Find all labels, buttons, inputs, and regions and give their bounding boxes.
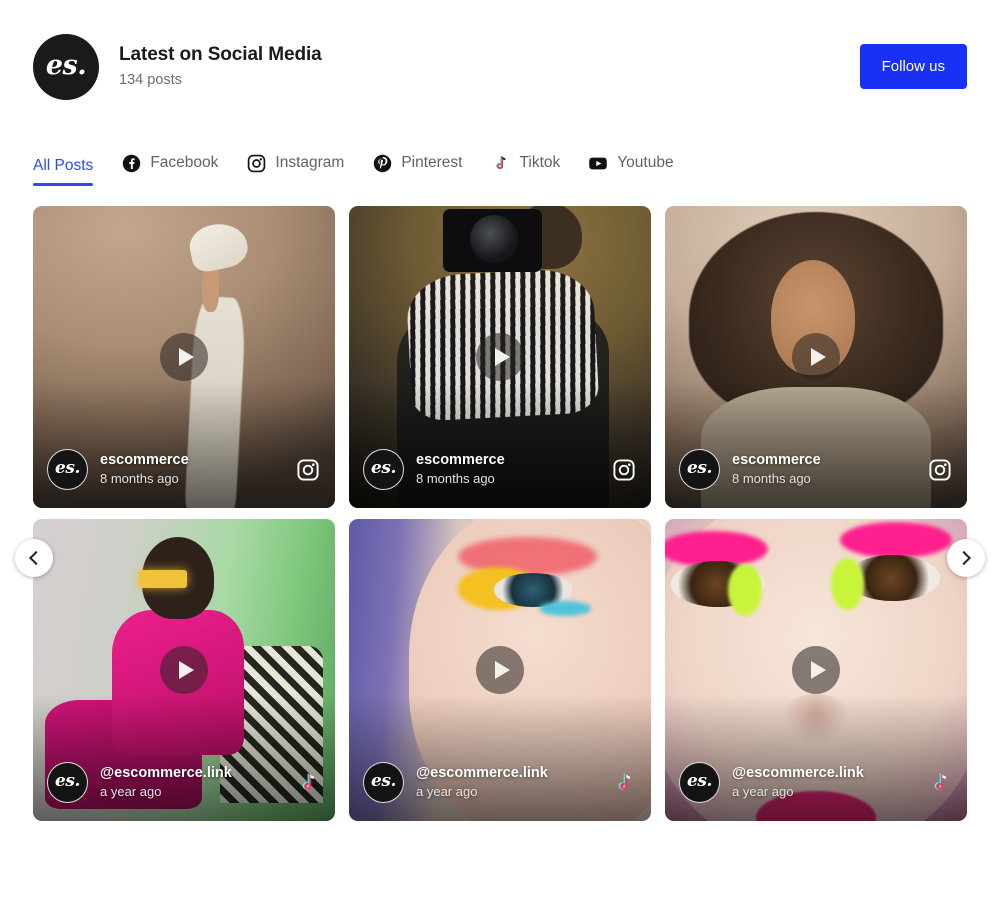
post-count: 134 posts (119, 71, 182, 88)
es-brand-logo-icon: es. (45, 50, 87, 81)
play-icon (178, 661, 194, 679)
post-username: escommerce (416, 452, 505, 469)
post-meta: escommerce 8 months ago (416, 451, 611, 487)
play-button[interactable] (160, 646, 208, 694)
tab-instagram-label: Instagram (275, 154, 345, 172)
post-timestamp: 8 months ago (732, 471, 811, 487)
tab-youtube[interactable]: Youtube (588, 153, 674, 186)
carousel-next-button[interactable] (947, 539, 985, 577)
play-icon (494, 348, 510, 366)
posts-grid: es. escommerce 8 months ago es. escommer… (33, 206, 967, 821)
post-card[interactable]: es. @escommerce.link a year ago (349, 519, 651, 821)
tab-tiktok-label: Tiktok (519, 154, 561, 172)
chevron-left-icon (29, 550, 44, 566)
post-card[interactable]: es. @escommerce.link a year ago (33, 519, 335, 821)
tab-instagram[interactable]: Instagram (246, 153, 344, 186)
post-timestamp: a year ago (416, 784, 478, 800)
play-icon (178, 348, 194, 366)
post-card[interactable]: es. escommerce 8 months ago (665, 206, 967, 508)
instagram-icon (927, 457, 953, 483)
post-avatar: es. (679, 762, 720, 803)
tab-pinterest[interactable]: Pinterest (372, 153, 462, 186)
post-timestamp: 8 months ago (416, 471, 495, 487)
es-brand-logo-icon: es. (686, 771, 713, 791)
es-brand-logo-icon: es. (54, 458, 81, 478)
page-title: Latest on Social Media (119, 44, 322, 66)
post-footer: es. escommerce 8 months ago (33, 449, 335, 508)
tab-all-posts[interactable]: All Posts (33, 156, 94, 187)
social-media-feed-widget: es. Latest on Social Media 134 posts Fol… (0, 0, 1000, 910)
post-avatar: es. (47, 449, 88, 490)
posts-carousel: es. escommerce 8 months ago es. escommer… (0, 206, 1000, 821)
post-username: @escommerce.link (100, 765, 232, 782)
instagram-icon (611, 457, 637, 483)
es-brand-logo-icon: es. (370, 771, 397, 791)
post-avatar: es. (363, 449, 404, 490)
tab-youtube-label: Youtube (617, 154, 674, 172)
post-card[interactable]: es. @escommerce.link a year ago (665, 519, 967, 821)
brand-avatar: es. (33, 33, 99, 100)
post-avatar: es. (679, 449, 720, 490)
pinterest-icon (372, 153, 392, 173)
tab-facebook-label: Facebook (150, 154, 219, 172)
post-footer: es. @escommerce.link a year ago (33, 762, 335, 821)
post-avatar: es. (47, 762, 88, 803)
post-timestamp: 8 months ago (100, 471, 179, 487)
post-card[interactable]: es. escommerce 8 months ago (349, 206, 651, 508)
post-meta: @escommerce.link a year ago (416, 764, 611, 800)
post-meta: escommerce 8 months ago (732, 451, 927, 487)
network-tab-bar: All Posts Facebook Instagram Pinterest T… (0, 138, 1000, 186)
post-username: @escommerce.link (732, 765, 864, 782)
facebook-icon (121, 153, 141, 173)
tiktok-icon (611, 770, 637, 796)
play-icon (494, 661, 510, 679)
carousel-prev-button[interactable] (15, 539, 53, 577)
post-footer: es. escommerce 8 months ago (349, 449, 651, 508)
tab-facebook[interactable]: Facebook (121, 153, 218, 186)
post-avatar: es. (363, 762, 404, 803)
play-button[interactable] (792, 646, 840, 694)
post-username: @escommerce.link (416, 765, 548, 782)
header-text-block: Latest on Social Media 134 posts (119, 43, 860, 90)
post-username: escommerce (732, 452, 821, 469)
play-button[interactable] (792, 333, 840, 381)
post-footer: es. @escommerce.link a year ago (665, 762, 967, 821)
tiktok-icon (295, 770, 321, 796)
post-timestamp: a year ago (732, 784, 794, 800)
follow-us-button[interactable]: Follow us (859, 44, 967, 89)
play-icon (810, 661, 826, 679)
play-button[interactable] (160, 333, 208, 381)
instagram-icon (246, 153, 266, 173)
post-username: escommerce (100, 452, 189, 469)
post-meta: escommerce 8 months ago (100, 451, 295, 487)
post-card[interactable]: es. escommerce 8 months ago (33, 206, 335, 508)
post-meta: @escommerce.link a year ago (100, 764, 295, 800)
post-footer: es. escommerce 8 months ago (665, 449, 967, 508)
post-timestamp: a year ago (100, 784, 162, 800)
tiktok-icon (490, 153, 510, 173)
tab-tiktok[interactable]: Tiktok (490, 153, 560, 186)
post-meta: @escommerce.link a year ago (732, 764, 927, 800)
es-brand-logo-icon: es. (54, 771, 81, 791)
widget-header: es. Latest on Social Media 134 posts Fol… (0, 0, 1000, 100)
youtube-icon (588, 153, 608, 173)
tab-all-posts-label: All Posts (33, 156, 94, 174)
es-brand-logo-icon: es. (370, 458, 397, 478)
tab-pinterest-label: Pinterest (401, 154, 463, 172)
play-button[interactable] (476, 333, 524, 381)
es-brand-logo-icon: es. (686, 458, 713, 478)
instagram-icon (295, 457, 321, 483)
post-footer: es. @escommerce.link a year ago (349, 762, 651, 821)
chevron-right-icon (956, 550, 971, 566)
tiktok-icon (927, 770, 953, 796)
play-icon (810, 348, 826, 366)
play-button[interactable] (476, 646, 524, 694)
